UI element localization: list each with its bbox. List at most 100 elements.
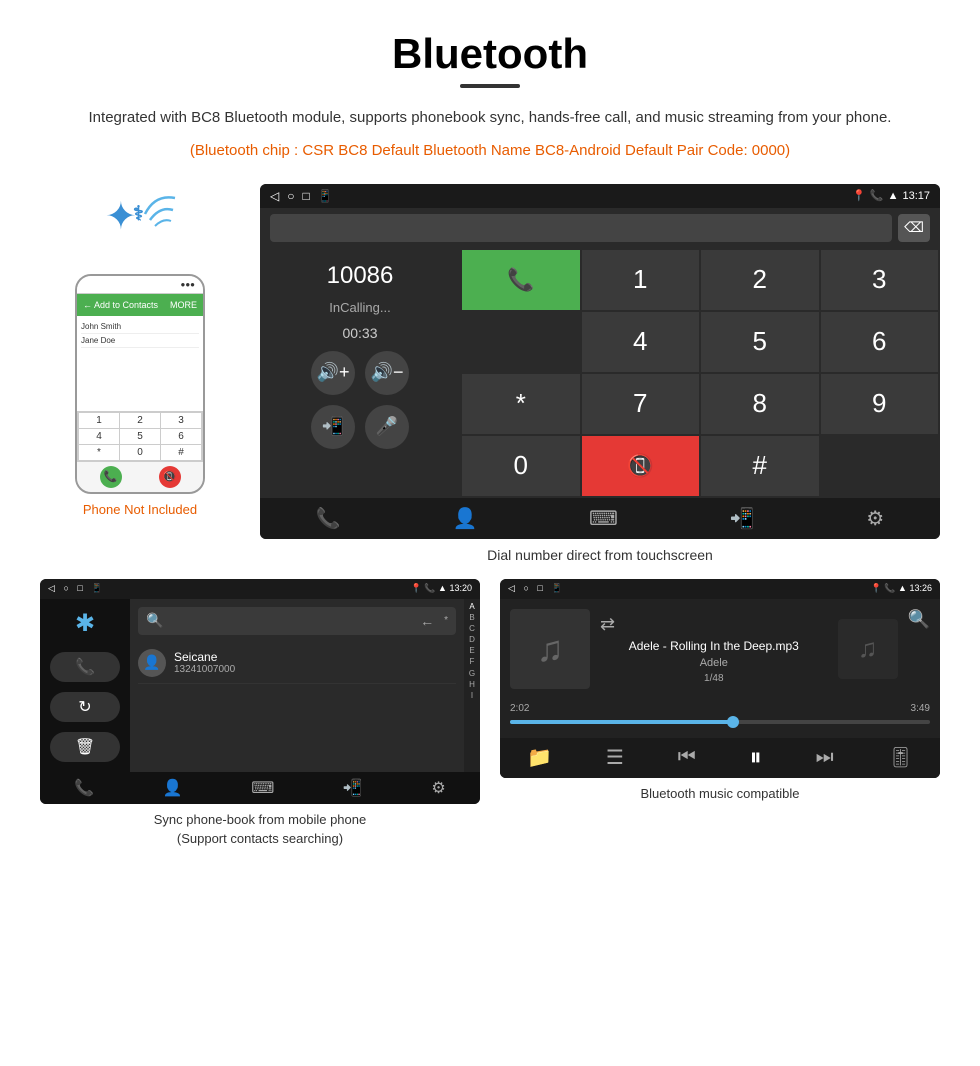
music-info-area: ⇄ Adele - Rolling In the Deep.mp3 Adele … <box>600 614 828 684</box>
contacts-screen-wrap: ◁ ○ □ 📱 📍 📞 ▲ 13:20 ✱ 📞 <box>40 579 480 849</box>
contact-list-item[interactable]: 👤 Seicane 13241007000 <box>138 643 456 684</box>
key-8[interactable]: 8 <box>701 374 819 434</box>
music-status-right: 📍 📞 ▲ 13:26 <box>871 583 932 594</box>
key-9[interactable]: 9 <box>821 374 939 434</box>
call-accept-button[interactable]: 📞 <box>462 250 580 310</box>
nav-transfer-icon[interactable]: 📲 <box>730 506 755 531</box>
contacts-time: 13:20 <box>449 583 472 593</box>
alpha-i: I <box>471 690 473 701</box>
music-home-icon: ○ <box>523 583 528 593</box>
dial-left-panel: 10086 InCalling... 00:33 🔊+ 🔊− 📲 🎤 <box>260 248 460 498</box>
call-end-button[interactable]: 📵 <box>582 436 700 496</box>
key-2[interactable]: 2 <box>701 250 819 310</box>
contacts-caption-line1: Sync phone-book from mobile phone <box>154 812 366 827</box>
contacts-wifi-icon: ▲ <box>438 583 447 593</box>
contacts-sync-btn[interactable]: ↻ <box>50 692 120 722</box>
music-play-icon[interactable]: ⏸ <box>750 744 762 772</box>
music-list-icon[interactable]: ☰ <box>606 745 624 770</box>
key-1[interactable]: 1 <box>582 250 700 310</box>
contacts-sidebar: ✱ 📞 ↻ 🗑 <box>40 599 130 772</box>
phone-not-included-label: Phone Not Included <box>83 502 197 517</box>
cnav-calls[interactable]: 📞 <box>74 778 94 798</box>
nav-calls-icon[interactable]: 📞 <box>316 506 341 531</box>
music-prev-icon[interactable]: ⏮ <box>678 746 696 769</box>
contacts-main: 🔍 ← * 👤 Seicane 13241007000 <box>130 599 480 772</box>
key-0[interactable]: 0 <box>462 436 580 496</box>
cnav-keypad[interactable]: ⌨ <box>251 778 274 798</box>
dial-screen-wrap: ◁ ○ □ 📱 📍 📞 ▲ 13:17 ⌫ <box>260 184 940 563</box>
music-progress-bar[interactable] <box>510 720 930 724</box>
music-note-icon: ♫ <box>537 628 564 670</box>
main-content: ✦ ⚕ ●●● ← Add to Contacts MORE Jo <box>40 184 940 563</box>
contacts-search-bar[interactable]: 🔍 ← * <box>138 607 456 635</box>
cnav-transfer[interactable]: 📲 <box>343 778 363 798</box>
dial-android-screen: ◁ ○ □ 📱 📍 📞 ▲ 13:17 ⌫ <box>260 184 940 539</box>
contacts-body: ✱ 📞 ↻ 🗑 🔍 ← * 👤 <box>40 599 480 772</box>
music-folder-icon[interactable]: 📁 <box>527 745 552 770</box>
alpha-e: E <box>469 645 474 656</box>
phone-call-button: 📞 <box>100 466 122 488</box>
recents-icon: □ <box>302 189 309 203</box>
dial-status-right: 📍 📞 ▲ 13:17 <box>852 189 930 202</box>
music-next-icon[interactable]: ⏭ <box>816 746 834 769</box>
mute-button[interactable]: 🎤 <box>365 405 409 449</box>
music-caption: Bluetooth music compatible <box>500 784 940 804</box>
music-next-album-art: ♫ <box>838 619 898 679</box>
alpha-f: F <box>470 656 475 667</box>
phone-icon-status: 📱 <box>318 189 333 203</box>
cnav-contacts[interactable]: 👤 <box>163 778 183 798</box>
phone-contact-row: John Smith <box>81 320 199 334</box>
key-3[interactable]: 3 <box>821 250 939 310</box>
shuffle-icon[interactable]: ⇄ <box>600 614 828 635</box>
contacts-call-btn[interactable]: 📞 <box>50 652 120 682</box>
phone-contact-area: John Smith Jane Doe <box>77 316 203 411</box>
cnav-settings[interactable]: ⚙ <box>431 778 445 798</box>
location-icon: 📍 <box>852 189 866 202</box>
nav-settings-icon[interactable]: ⚙ <box>866 506 884 531</box>
music-progress-fill <box>510 720 733 724</box>
phone-keypad: 1 2 3 4 5 6 * 0 # <box>77 411 203 462</box>
music-time-row: 2:02 3:49 <box>510 703 930 714</box>
volume-up-button[interactable]: 🔊+ <box>311 351 355 395</box>
nav-keypad-icon[interactable]: ⌨ <box>589 506 618 531</box>
contacts-back-icon: ◁ <box>48 583 55 593</box>
music-time-current: 2:02 <box>510 703 529 714</box>
key-star[interactable]: * <box>462 374 580 434</box>
key-7[interactable]: 7 <box>582 374 700 434</box>
key-6[interactable]: 6 <box>821 312 939 372</box>
music-screen-wrap: ◁ ○ □ 📱 📍 📞 ▲ 13:26 ♫ <box>500 579 940 849</box>
music-search-icon[interactable]: 🔍 <box>908 609 930 630</box>
phone-key-star: * <box>79 445 119 460</box>
phone-bottom-buttons: 📞 📵 <box>77 462 203 492</box>
dial-backspace-button[interactable]: ⌫ <box>898 214 930 242</box>
alpha-d: D <box>469 634 475 645</box>
phone-end-button: 📵 <box>159 466 181 488</box>
contacts-delete-btn[interactable]: 🗑 <box>50 732 120 762</box>
contacts-location-icon: 📍 <box>411 583 422 593</box>
music-phone-icon: 📱 <box>551 583 562 593</box>
music-equalizer-icon[interactable]: 🎚 <box>888 745 913 770</box>
key-hash[interactable]: # <box>701 436 819 496</box>
alpha-g: G <box>469 668 475 679</box>
dial-input-field <box>270 214 892 242</box>
contacts-bt-icon: ✱ <box>75 609 95 638</box>
phone-green-label: ← Add to Contacts <box>83 300 158 310</box>
music-artist: Adele <box>600 657 828 669</box>
contacts-alpha-index: A B C D E F G H I <box>464 599 480 772</box>
dial-btn-row-2: 📲 🎤 <box>311 405 409 449</box>
phone-more: MORE <box>170 300 197 310</box>
phone-key-2: 2 <box>120 413 160 428</box>
music-track-count: 1/48 <box>600 673 828 684</box>
home-icon: ○ <box>287 189 294 203</box>
music-wifi-icon: ▲ <box>898 583 907 593</box>
key-5[interactable]: 5 <box>701 312 819 372</box>
nav-contacts-icon[interactable]: 👤 <box>452 506 477 531</box>
transfer-button[interactable]: 📲 <box>311 405 355 449</box>
contact-name: Seicane <box>174 650 235 664</box>
key-4[interactable]: 4 <box>582 312 700 372</box>
music-nav-icons: ◁ ○ □ 📱 <box>508 583 563 594</box>
music-controls: 📁 ☰ ⏮ ⏸ ⏭ 🎚 <box>500 738 940 778</box>
call-icon-status: 📞 <box>870 189 884 202</box>
music-time-total: 3:49 <box>911 703 930 714</box>
volume-down-button[interactable]: 🔊− <box>365 351 409 395</box>
